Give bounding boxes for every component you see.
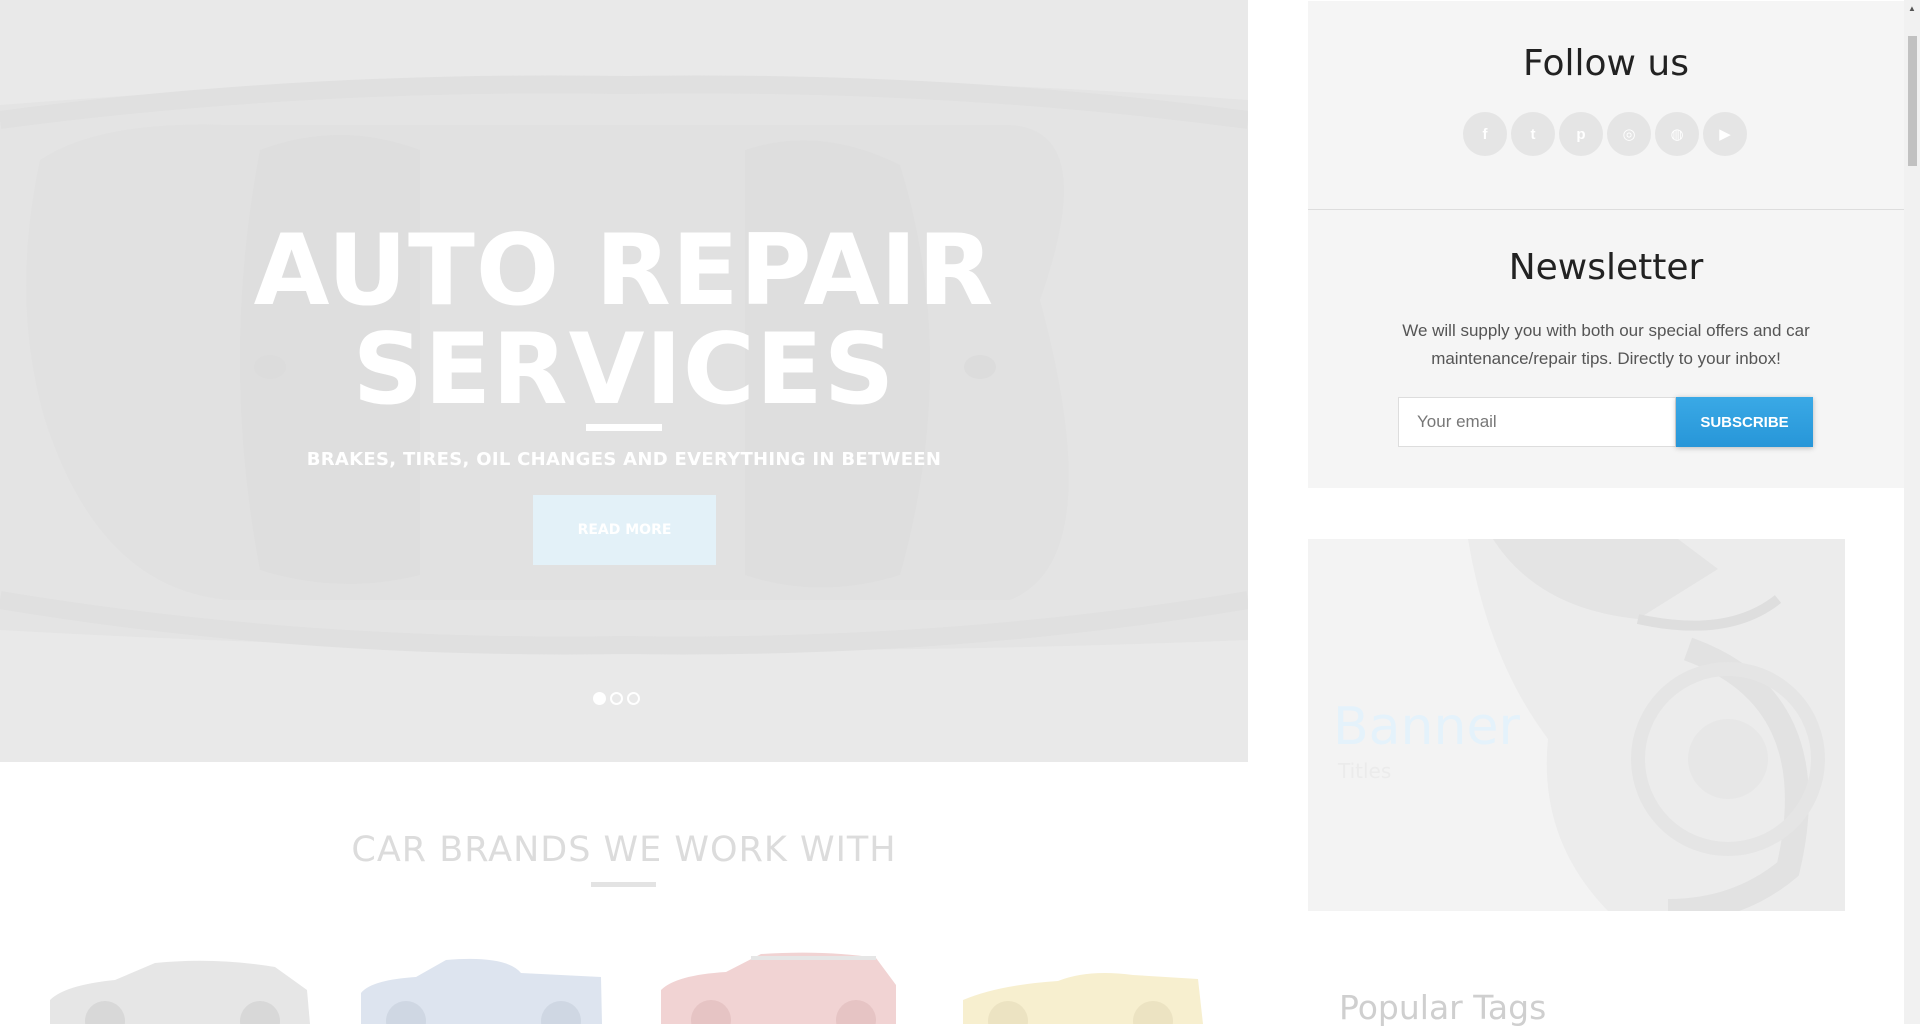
slider-pagination (593, 692, 640, 705)
pinterest-icon[interactable]: p (1559, 112, 1603, 156)
follow-us-title: Follow us (1523, 43, 1689, 84)
subscribe-button[interactable]: SUBSCRIBE (1676, 397, 1813, 447)
slider-dot-3[interactable] (627, 692, 640, 705)
sidebar: Follow us f t p ◎ ◍ ▶ Newsletter We will… (1308, 0, 1904, 1027)
hero-divider (586, 424, 662, 431)
read-more-button[interactable]: READ MORE (533, 495, 716, 565)
newsletter-widget: Newsletter We will supply you with both … (1308, 210, 1904, 488)
silver-suv-icon[interactable] (45, 955, 315, 1024)
twitter-icon[interactable]: t (1511, 112, 1555, 156)
email-input[interactable] (1398, 397, 1676, 447)
hero-title-line-1: AUTO REPAIR (253, 214, 995, 328)
blue-pickup-icon[interactable] (356, 955, 606, 1024)
follow-us-widget: Follow us f t p ◎ ◍ ▶ (1308, 1, 1904, 210)
yellow-sportscar-icon[interactable] (958, 965, 1208, 1024)
banner-widget[interactable]: Banner Titles (1308, 539, 1845, 911)
brands-section-title: CAR BRANDS WE WORK WITH (351, 830, 897, 870)
newsletter-description: We will supply you with both our special… (1402, 321, 1810, 368)
page-scrollbar[interactable]: ▲ (1904, 0, 1920, 1024)
red-suv-icon[interactable] (656, 950, 900, 1024)
slider-dot-2[interactable] (610, 692, 623, 705)
hero-subtitle: BRAKES, TIRES, OIL CHANGES AND EVERYTHIN… (306, 449, 942, 470)
hero-title-line-2: SERVICES (352, 313, 896, 427)
slider-dot-1[interactable] (593, 692, 606, 705)
newsletter-title: Newsletter (1508, 247, 1704, 288)
dribbble-icon[interactable]: ◍ (1655, 112, 1699, 156)
social-links: f t p ◎ ◍ ▶ (1463, 112, 1747, 156)
banner-title: Banner (1333, 697, 1520, 757)
scroll-up-arrow-icon[interactable]: ▲ (1904, 0, 1920, 16)
banner-subtitle: Titles (1338, 759, 1392, 783)
youtube-icon[interactable]: ▶ (1703, 112, 1747, 156)
brands-divider (591, 882, 656, 887)
instagram-icon[interactable]: ◎ (1607, 112, 1651, 156)
hero-title: AUTO REPAIR SERVICES (0, 222, 1248, 420)
hero-slider: AUTO REPAIR SERVICES BRAKES, TIRES, OIL … (0, 0, 1248, 762)
popular-tags-title: Popular Tags (1339, 988, 1547, 1027)
scroll-thumb[interactable] (1908, 36, 1917, 166)
facebook-icon[interactable]: f (1463, 112, 1507, 156)
